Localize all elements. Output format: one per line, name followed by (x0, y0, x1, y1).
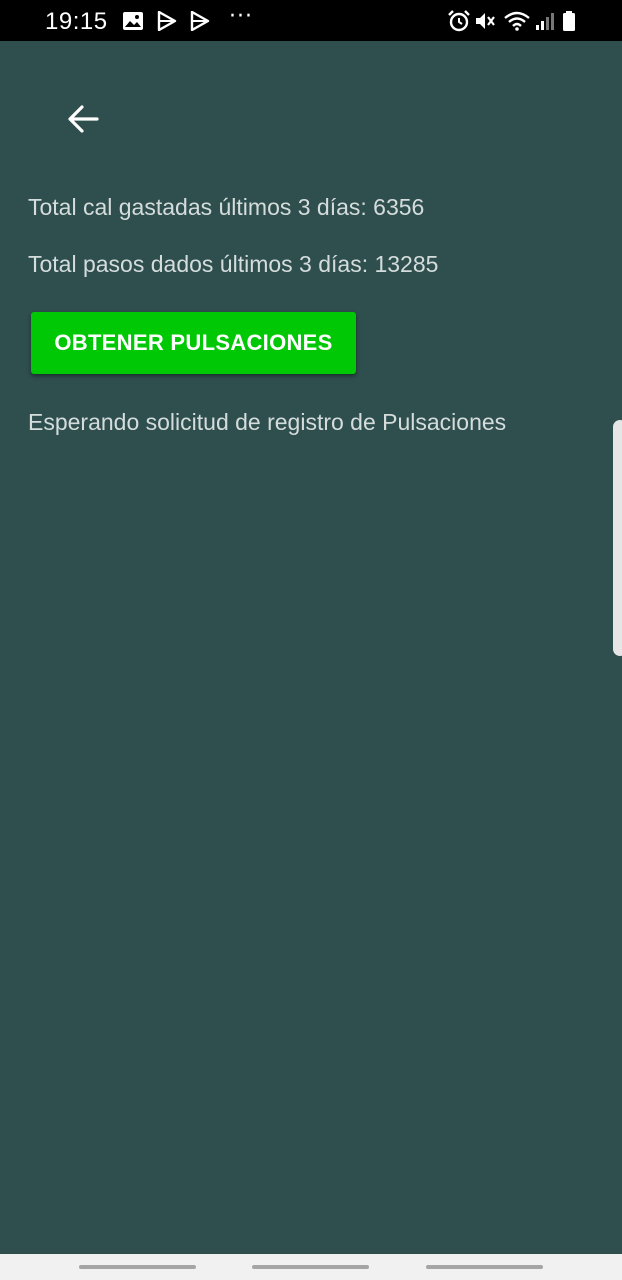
mute-icon (474, 10, 496, 32)
battery-icon (561, 10, 577, 32)
nav-recents-handle[interactable] (79, 1265, 196, 1269)
pulse-status-text: Esperando solicitud de registro de Pulsa… (28, 409, 507, 435)
signal-icon (534, 10, 556, 32)
navigation-bar (0, 1254, 622, 1280)
play-store-icon (189, 10, 211, 32)
scroll-indicator[interactable] (613, 420, 622, 656)
play-store-icon (156, 10, 178, 32)
calories-total-text: Total cal gastadas últimos 3 días: 6356 (28, 194, 425, 220)
nav-back-handle[interactable] (426, 1265, 543, 1269)
steps-total-text: Total pasos dados últimos 3 días: 13285 (28, 251, 439, 277)
more-dots-icon: ··· (229, 4, 253, 29)
image-icon (122, 10, 144, 32)
arrow-left-icon (67, 104, 99, 134)
nav-home-handle[interactable] (252, 1265, 369, 1269)
get-pulse-button[interactable]: OBTENER PULSACIONES (31, 312, 356, 374)
wifi-icon (503, 10, 531, 32)
status-bar: 19:15 ··· (0, 0, 622, 41)
status-time: 19:15 (45, 8, 108, 35)
back-button[interactable] (62, 98, 104, 140)
alarm-icon (447, 10, 471, 32)
